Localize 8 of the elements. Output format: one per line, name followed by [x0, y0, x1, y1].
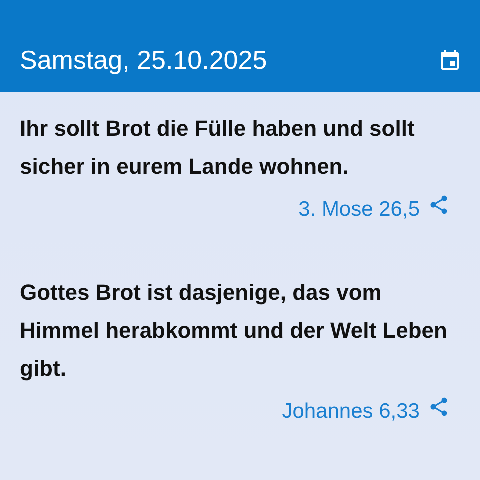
verse-text: Gottes Brot ist dasjenige, das vom Himmel herabkommt und der Welt Leben gibt. — [20, 279, 448, 383]
verse-reference[interactable]: Johannes 6,33 — [282, 396, 420, 424]
share-icon[interactable] — [428, 396, 450, 418]
share-icon[interactable] — [428, 194, 450, 216]
calendar-icon[interactable] — [438, 48, 462, 72]
verse-reference[interactable]: 3. Mose 26,5 — [298, 194, 420, 222]
verse-text: Ihr sollt Brot die Fülle haben und sollt sicher in eurem Lande wohnen. — [20, 115, 416, 181]
date-title: Samstag, 25.10.2025 — [20, 45, 268, 76]
